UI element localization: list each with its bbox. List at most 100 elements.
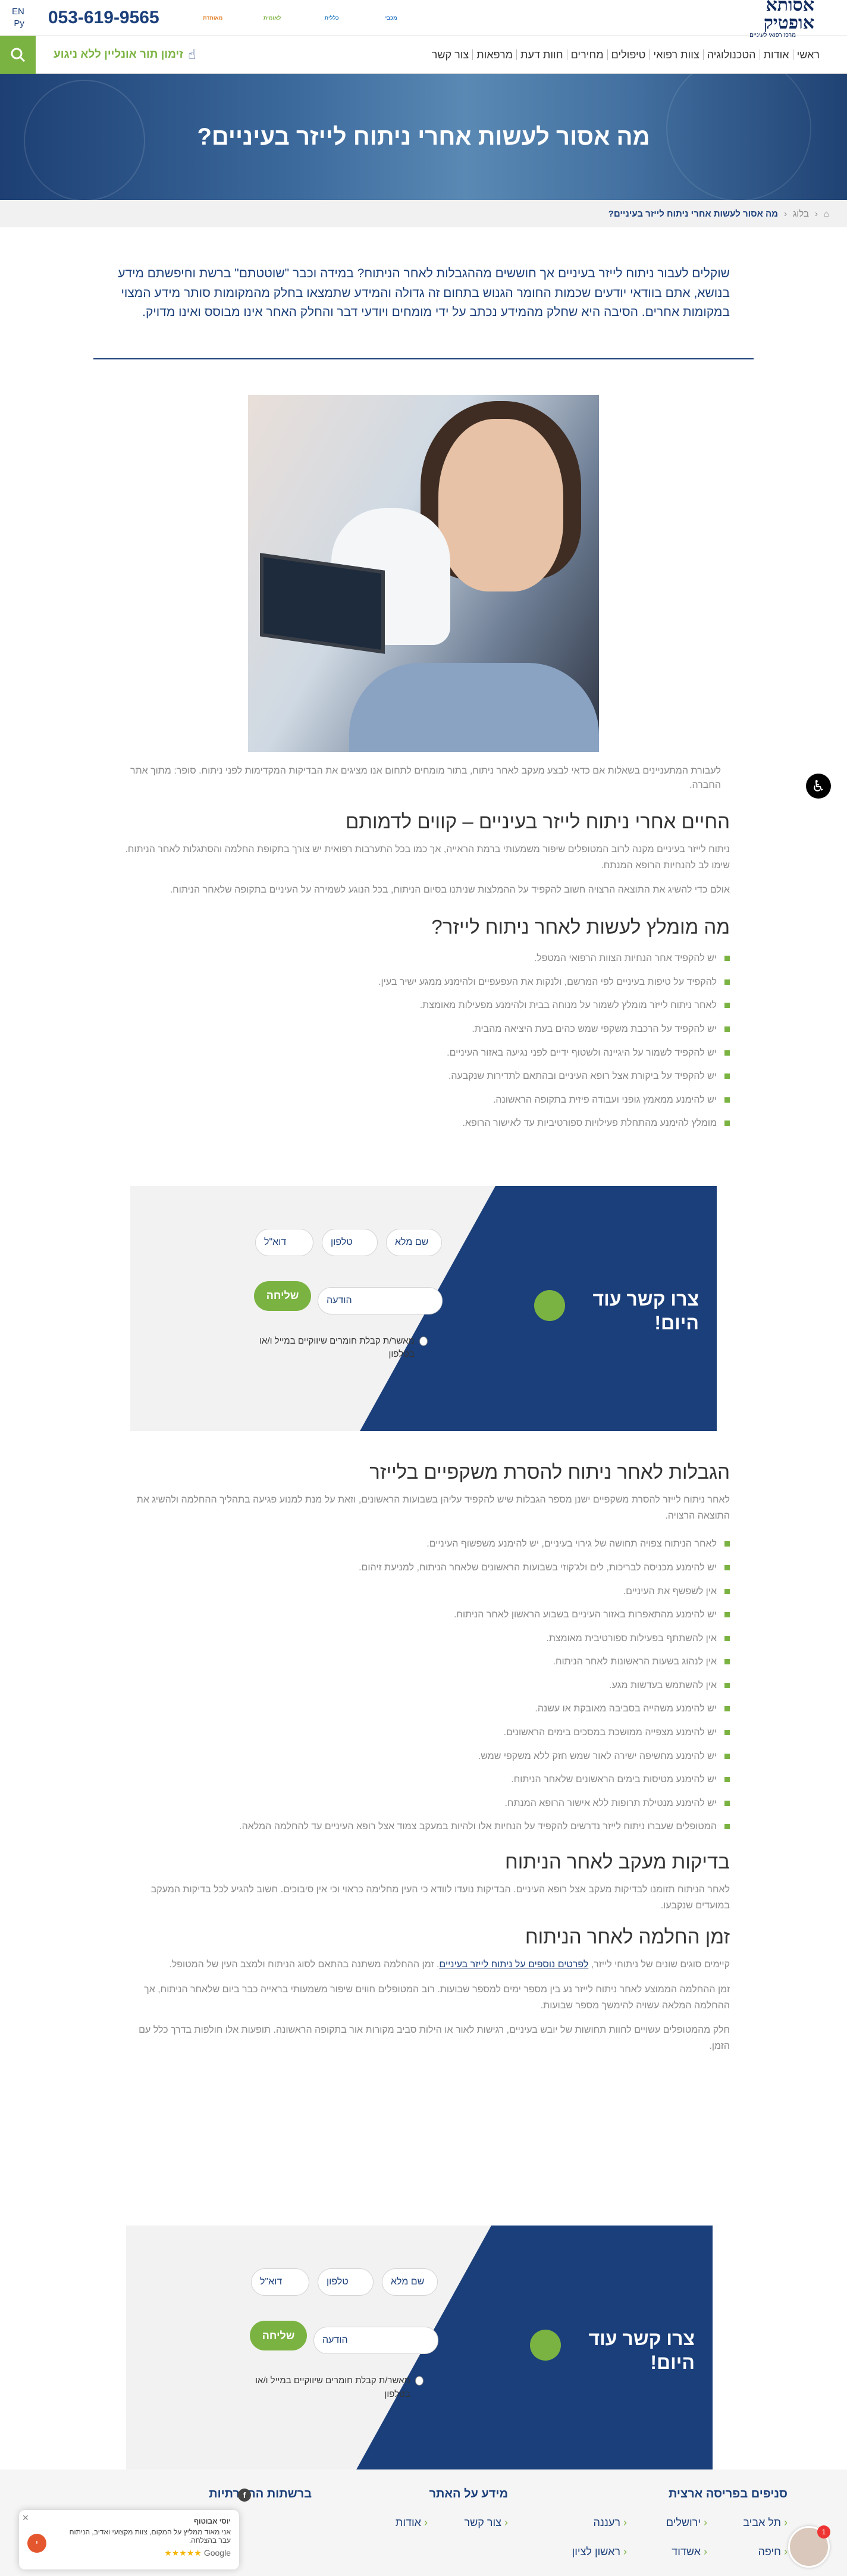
partner-logo: כללית xyxy=(324,14,339,21)
site-logo[interactable]: אסותא אופטיק מרכז רפואי לעיניים xyxy=(731,0,814,39)
breadcrumb-sep: ‹ xyxy=(814,208,818,219)
recommendations-list: יש להקפיד אחר הנחיות הצוות הרפואי המטפל.… xyxy=(117,947,730,1135)
accessibility-icon[interactable]: ♿ xyxy=(806,774,831,799)
image-caption: לעבורת המתעניינים בשאלות אם כדאי לבצע מע… xyxy=(130,765,721,790)
consent-checkbox[interactable] xyxy=(419,1336,428,1346)
nav-reviews[interactable]: חוות דעת xyxy=(516,49,567,60)
section-recommended: מה מומלץ לעשות לאחר ניתוח לייזר? יש להקפ… xyxy=(93,916,754,1135)
nav-prices[interactable]: מחירים xyxy=(566,49,607,60)
nav-home[interactable]: ראשי xyxy=(792,49,823,60)
branch-link[interactable]: חיפה xyxy=(722,2546,788,2558)
facebook-icon[interactable]: f xyxy=(238,2489,251,2502)
send-button[interactable]: שליחה xyxy=(250,2321,307,2350)
consent-checkbox[interactable] xyxy=(415,2376,424,2386)
branch-link[interactable]: רעננה xyxy=(561,2516,627,2529)
image-shirt xyxy=(349,662,599,752)
breadcrumb-blog[interactable]: בלוג xyxy=(793,209,809,219)
section-paragraph: חלק מהמטופלים עשויים לחוות תחושות של יוב… xyxy=(139,2024,730,2052)
image-screen xyxy=(260,552,385,654)
branch-links: תל אביב ירושלים רעננה חיפה אשדוד ראשון ל… xyxy=(561,2516,788,2558)
close-icon[interactable]: ✕ xyxy=(22,2513,29,2523)
partner-logos: מכבי כללית לאומית מאוחדת xyxy=(195,11,409,24)
paragraph-text: . זמן ההחלמה משתנה בהתאם לסוג הניתוח ולמ… xyxy=(169,1960,440,1970)
chat-avatar-button[interactable]: 1 xyxy=(788,2525,830,2568)
review-text: אני מאוד ממליץ על המקום, צוות מקצועי ואד… xyxy=(69,2528,231,2544)
cta-label: זימון תור אונליין ללא ניגוע xyxy=(54,48,184,61)
article: שוקלים לעבור ניתוח לייזר בעיניים אך חושש… xyxy=(93,227,754,2054)
footer-info: מידע על האתר צור קשר אודות xyxy=(362,2487,508,2529)
review-widget[interactable]: ✕ יוסי אבוטוף אני מאוד ממליץ על המקום, צ… xyxy=(19,2510,239,2569)
section-recovery: זמן החלמה לאחר הניתוח קיימים סוגים שונים… xyxy=(93,1926,754,2054)
section-followup: בדיקות מעקב לאחר הניתוח לאחר הניתוח תזומ… xyxy=(93,1851,754,1914)
online-appointment-link[interactable]: ☝ זימון תור אונליין ללא ניגוע xyxy=(54,47,196,62)
home-icon[interactable]: ⌂ xyxy=(824,209,829,219)
section-paragraph: לאחר הניתוח תזומנו לבדיקות מעקב אצל רופא… xyxy=(150,1885,730,1911)
marketing-consent[interactable]: מאשר/ת קבלת חומרים שיווקיים במייל ו/או ב… xyxy=(251,2374,424,2401)
nav-technology[interactable]: הטכנולוגיה xyxy=(702,49,760,60)
logo-text: אסותא אופטיק xyxy=(763,0,814,33)
info-link[interactable]: אודות xyxy=(362,2516,428,2529)
nav-clinics[interactable]: מרפאות xyxy=(472,49,516,60)
list-item: יש להימנע משהייה בסביבה מאובקת או עשנה. xyxy=(117,1697,730,1721)
page-hero: מה אסור לעשות אחרי ניתוח לייזר בעיניים? xyxy=(0,74,847,200)
send-button[interactable]: שליחה xyxy=(254,1281,311,1311)
section-paragraph: קיימים סוגים שונים של ניתוחי לייזר, לפרט… xyxy=(117,1957,730,1973)
marketing-consent[interactable]: מאשר/ת קבלת חומרים שיווקיים במייל ו/או ב… xyxy=(255,1335,428,1361)
list-item: יש להימנע מחשיפה ישירה לאור שמש חזק ללא … xyxy=(117,1745,730,1769)
list-item: אין לשפשף את העיניים. xyxy=(117,1580,730,1604)
email-field[interactable]: דוא"ל xyxy=(255,1228,313,1256)
info-link[interactable]: צור קשר xyxy=(443,2516,508,2529)
phone-field[interactable]: טלפון xyxy=(318,2268,374,2296)
branch-link[interactable]: תל אביב xyxy=(722,2516,788,2529)
restrictions-list: לאחר הניתוח צפויה תחושה של גירוי בעיניים… xyxy=(117,1532,730,1839)
search-button[interactable] xyxy=(0,35,36,74)
section-title: החיים אחרי ניתוח לייזר בעיניים – קווים ל… xyxy=(345,810,730,832)
email-field[interactable]: דוא"ל xyxy=(251,2268,309,2296)
main-nav: ראשי אודות הטכנולוגיה צוות רפואי טיפולים… xyxy=(0,35,847,74)
nav-medical-staff[interactable]: צוות רפואי xyxy=(649,49,702,60)
partner-logo: מכבי xyxy=(385,14,397,21)
footer-branches: סניפים בפריסה ארצית תל אביב ירושלים רעננ… xyxy=(561,2487,788,2558)
list-item: יש להימנע ממאמץ גופני ועבודה פיזית בתקופ… xyxy=(117,1088,730,1112)
list-item: יש להימנע מכניסה לבריכות, לים ולג'קוזי ב… xyxy=(117,1556,730,1580)
list-item: יש להימנע מנטילת תרופות ללא אישור הרופא … xyxy=(117,1792,730,1816)
branch-link[interactable]: אשדוד xyxy=(642,2546,707,2558)
footer-heading: ברשתות החברתיות xyxy=(209,2487,312,2500)
language-switcher: EN Ру xyxy=(12,6,24,29)
phone-field[interactable]: טלפון xyxy=(322,1228,378,1256)
top-bar: אסותא אופטיק מרכז רפואי לעיניים מכבי כלל… xyxy=(0,0,847,39)
section-paragraph: ניתוח לייזר בעיניים מקנה לרוב המטופלים ש… xyxy=(125,844,730,871)
list-item: יש להימנע מצפייה ממושכת במסכים בימים הרא… xyxy=(117,1721,730,1745)
rating-stars: Google ★★★★★ xyxy=(27,2548,231,2558)
list-item: יש להימנע מהתאפרות באזור העיניים בשבוע ה… xyxy=(117,1603,730,1627)
branch-link[interactable]: ראשון לציון xyxy=(561,2546,627,2558)
page-title: מה אסור לעשות אחרי ניתוח לייזר בעיניים? xyxy=(197,123,650,150)
lang-en[interactable]: EN xyxy=(12,6,24,18)
paragraph-text: קיימים סוגים שונים של ניתוחי לייזר, xyxy=(588,1960,730,1970)
section-title: מה מומלץ לעשות לאחר ניתוח לייזר? xyxy=(431,916,730,938)
phone-number[interactable]: 053-619-9565 xyxy=(48,8,159,28)
footer-heading: מידע על האתר xyxy=(429,2487,508,2500)
name-field[interactable]: שם מלא xyxy=(386,1228,442,1256)
name-field[interactable]: שם מלא xyxy=(382,2268,438,2296)
message-field[interactable]: הודעה xyxy=(313,2327,438,2354)
divider xyxy=(93,358,754,359)
section-life-after: החיים אחרי ניתוח לייזר בעיניים – קווים ל… xyxy=(93,810,754,899)
section-restrictions: הגבלות לאחר ניתוח להסרת משקפיים בלייזר ל… xyxy=(93,1461,754,1839)
branch-link[interactable]: ירושלים xyxy=(642,2516,707,2529)
nav-contact[interactable]: צור קשר xyxy=(428,49,472,60)
list-item: יש להקפיד על הרכבת משקפי שמש כהים בעת הי… xyxy=(117,1018,730,1041)
nav-about[interactable]: אודות xyxy=(759,49,793,60)
list-item: אין להשתתף בפעילות ספורטיבית מאומצת. xyxy=(117,1627,730,1651)
article-image xyxy=(248,395,599,752)
message-field[interactable]: הודעה xyxy=(318,1287,443,1314)
lang-ru[interactable]: Ру xyxy=(12,18,24,30)
section-title: בדיקות מעקב לאחר הניתוח xyxy=(504,1851,730,1873)
contact-form: צרו קשר עוד היום! שם מלא טלפון דוא"ל הוד… xyxy=(130,1185,717,1431)
nav-treatments[interactable]: טיפולים xyxy=(607,49,650,60)
stars: ★★★★★ xyxy=(164,2548,202,2558)
contact-form-bottom: צרו קשר עוד היום! שם מלא טלפון דוא"ל הוד… xyxy=(126,2226,713,2471)
list-item: לאחר ניתוח לייזר מומלץ לשמור על מנוחה בב… xyxy=(117,994,730,1018)
treatment-link[interactable]: לפרטים נוספים על ניתוח לייזר בעיניים xyxy=(439,1960,588,1970)
section-paragraph: לאחר ניתוח לייזר להסרת משקפיים ישנן מספר… xyxy=(136,1494,730,1522)
